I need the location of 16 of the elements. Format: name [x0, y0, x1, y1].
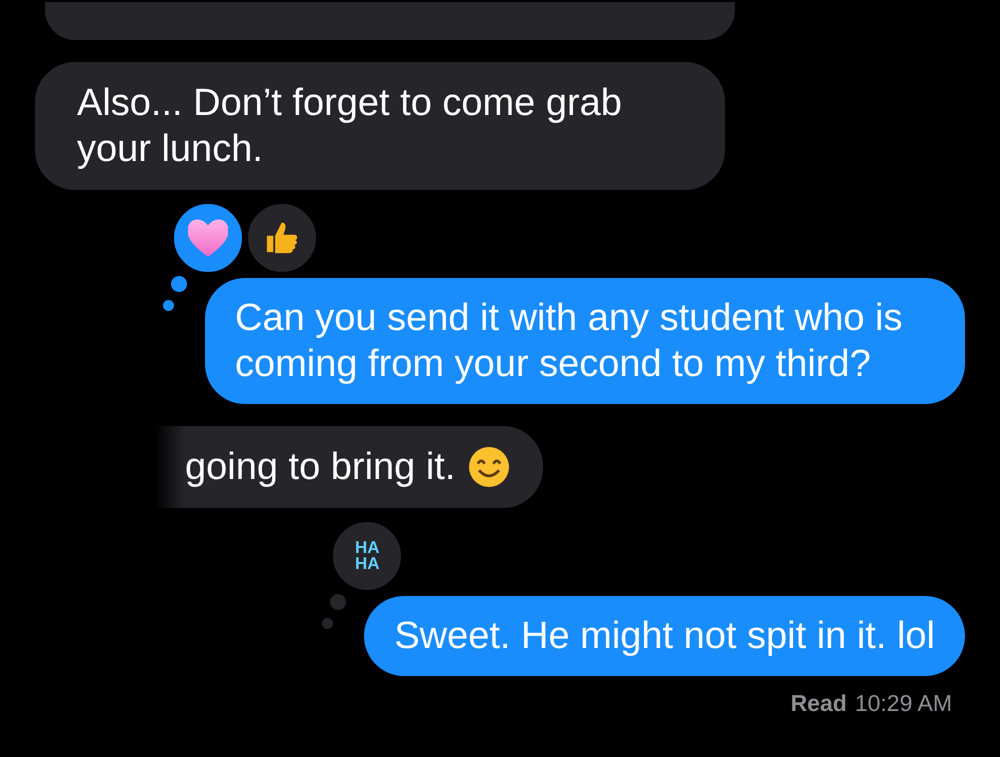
- message-text: going to bring it.: [185, 445, 456, 490]
- tail-dot: [163, 300, 174, 311]
- tail-dot: [171, 276, 187, 292]
- thumbs-up-icon: [266, 222, 298, 254]
- message-text: Also... Don’t forget to come grab your lunch.: [77, 81, 623, 172]
- tail-dot: [322, 618, 334, 629]
- tail-dot: [330, 594, 346, 610]
- message-text: Sweet. He might not spit in it. lol: [394, 615, 935, 657]
- smiling-face-icon: [469, 447, 510, 487]
- haha-text: HA: [355, 540, 380, 556]
- read-status: Read: [790, 690, 847, 717]
- heart-icon: [188, 218, 228, 258]
- read-time: 10:29 AM: [854, 690, 952, 717]
- haha-text: HA: [355, 556, 380, 572]
- message-text: Can you send it with any student who is coming from your second to my third?: [235, 297, 902, 385]
- message-bubble[interactable]: Also... Don’t forget to come grab your lunch.: [35, 62, 725, 190]
